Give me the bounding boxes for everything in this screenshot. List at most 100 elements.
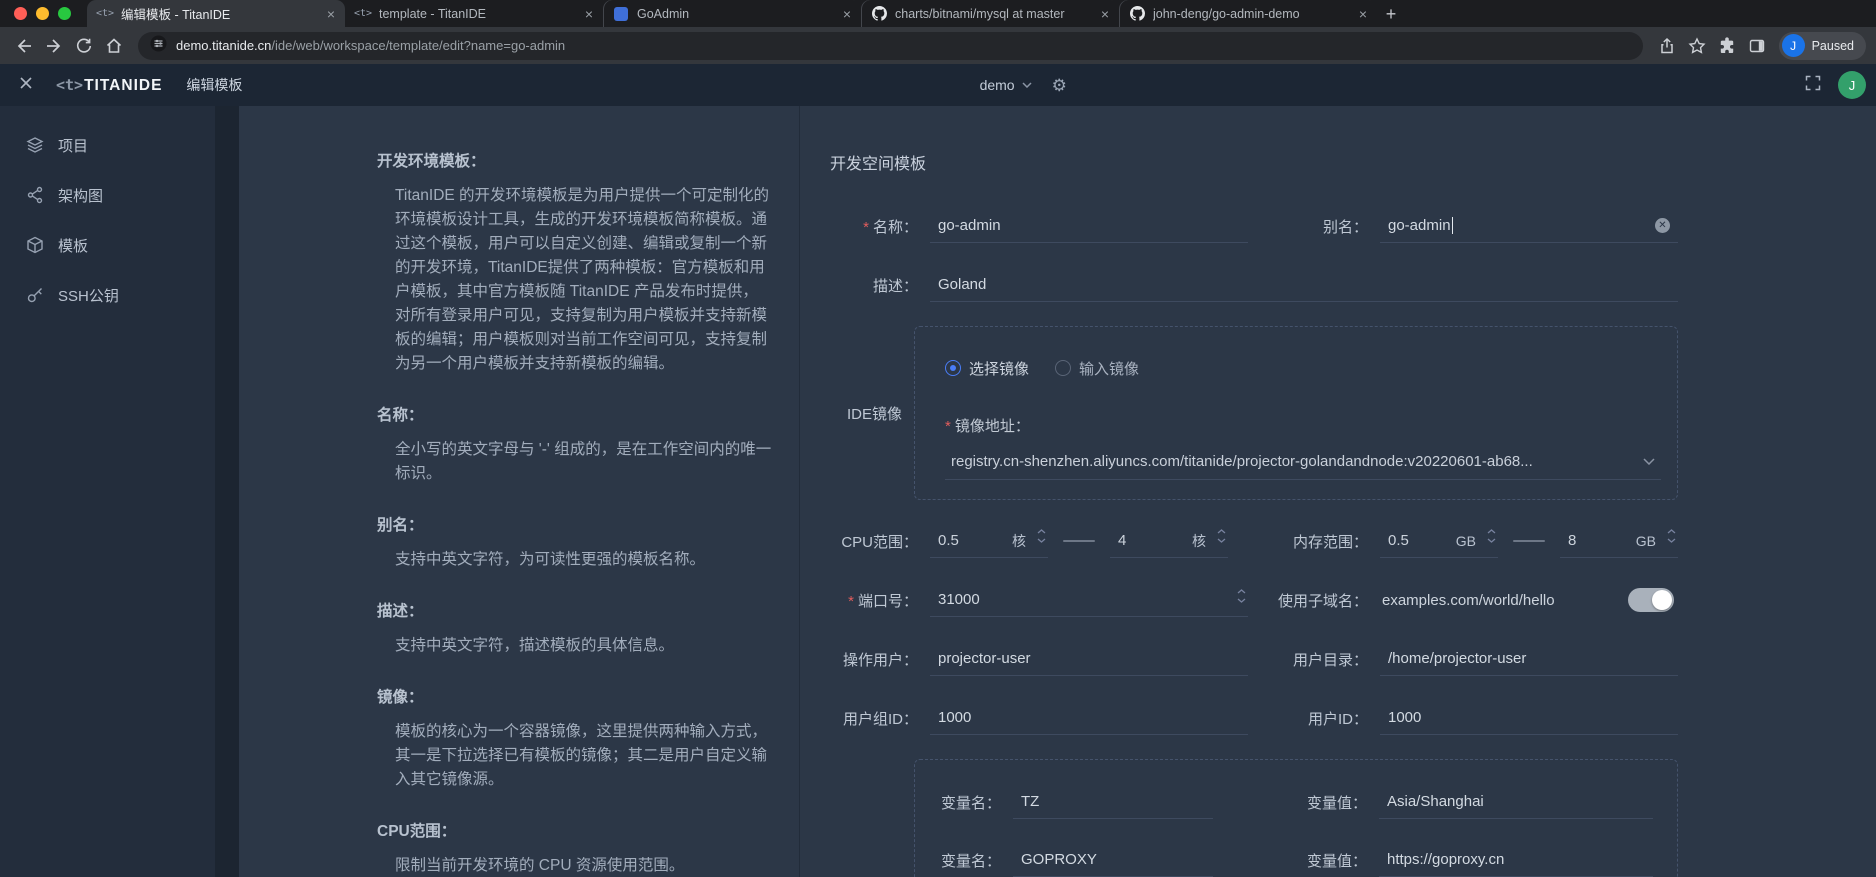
user-dir-input[interactable]: /home/projector-user [1380, 642, 1678, 676]
address-bar[interactable]: demo.titanide.cn/ide/web/workspace/templ… [138, 32, 1643, 60]
tab-title: charts/bitnami/mysql at master [895, 7, 1093, 21]
text-caret [1452, 217, 1453, 234]
memory-max-input[interactable]: 8GB [1560, 524, 1678, 558]
architecture-icon [26, 186, 44, 204]
browser-toolbar: demo.titanide.cn/ide/web/workspace/templ… [0, 27, 1876, 64]
sidebar-item-templates[interactable]: 模板 [0, 220, 215, 270]
reload-icon[interactable] [70, 32, 98, 60]
help-body: 模板的核心为一个容器镜像，这里提供两种输入方式，其一是下拉选择已有模板的镜像；其… [395, 720, 773, 792]
tab-close-icon[interactable]: × [327, 6, 335, 22]
browser-tab-github-mysql[interactable]: charts/bitnami/mysql at master × [861, 0, 1119, 27]
browser-tab-goadmin[interactable]: GoAdmin × [603, 0, 861, 27]
stepper-icons[interactable] [1237, 589, 1246, 603]
help-heading: 描述： [377, 600, 773, 624]
user-dir-label: 用户目录： [1248, 649, 1368, 670]
tab-close-icon[interactable]: × [1101, 6, 1109, 22]
extensions-icon[interactable] [1713, 32, 1741, 60]
stepper-icons[interactable] [1667, 529, 1676, 543]
browser-tab-github-goadmin-demo[interactable]: john-deng/go-admin-demo × [1119, 0, 1377, 27]
subdomain-toggle[interactable] [1628, 588, 1674, 612]
image-address-select[interactable]: registry.cn-shenzhen.aliyuncs.com/titani… [945, 444, 1661, 480]
help-heading: 名称： [377, 404, 773, 428]
op-user-input[interactable]: projector-user [930, 642, 1248, 676]
window-controls [10, 0, 87, 27]
env-name-input[interactable]: GOPROXY [1013, 843, 1213, 877]
sidebar-item-ssh-keys[interactable]: SSH公钥 [0, 270, 215, 320]
browser-tab-edit-template[interactable]: <t> 编辑模板 - TitanIDE × [87, 0, 345, 27]
help-heading: 镜像： [377, 686, 773, 710]
ide-image-box: 选择镜像 输入镜像 镜像地址： registry.cn-shenzhen.ali… [914, 326, 1678, 500]
range-dash [1513, 540, 1545, 542]
sidebar-item-label: 架构图 [58, 185, 103, 206]
env-value-label: 变量值： [1213, 792, 1367, 813]
user-id-input[interactable]: 1000 [1380, 701, 1678, 735]
group-id-input[interactable]: 1000 [930, 701, 1248, 735]
side-panel-icon[interactable] [1743, 32, 1771, 60]
port-label: 端口号： [830, 590, 918, 611]
window-zoom-icon[interactable] [58, 7, 71, 20]
tab-close-icon[interactable]: × [1359, 6, 1367, 22]
help-panel: 开发环境模板： TitanIDE 的开发环境模板是为用户提供一个可定制化的环境模… [239, 106, 799, 877]
window-close-icon[interactable] [14, 7, 27, 20]
window-minimize-icon[interactable] [36, 7, 49, 20]
browser-tab-template[interactable]: <t> template - TitanIDE × [345, 0, 603, 27]
sidebar-item-label: 模板 [58, 235, 88, 256]
gear-icon[interactable]: ⚙ [1052, 77, 1067, 94]
tab-title: john-deng/go-admin-demo [1153, 7, 1351, 21]
description-input[interactable]: Goland [930, 268, 1678, 302]
share-icon[interactable] [1653, 32, 1681, 60]
env-name-input[interactable]: TZ [1013, 785, 1213, 819]
profile-avatar: J [1782, 34, 1805, 57]
sidebar-item-architecture[interactable]: 架构图 [0, 170, 215, 220]
tab-close-icon[interactable]: × [843, 6, 851, 22]
tab-close-icon[interactable]: × [585, 6, 593, 22]
help-heading: 开发环境模板： [377, 150, 773, 174]
sidebar-item-label: 项目 [58, 135, 88, 156]
port-input[interactable]: 31000 [930, 583, 1248, 617]
browser-profile-button[interactable]: J Paused [1779, 32, 1866, 60]
memory-min-input[interactable]: 0.5GB [1380, 524, 1498, 558]
goadmin-favicon [613, 6, 629, 22]
sidebar-item-label: SSH公钥 [58, 285, 119, 306]
fullscreen-icon[interactable] [1804, 74, 1822, 97]
memory-range-label: 内存范围： [1248, 531, 1368, 552]
stepper-icons[interactable] [1217, 529, 1226, 543]
env-value-input[interactable]: https://goproxy.cn [1379, 843, 1653, 877]
env-value-label: 变量值： [1213, 850, 1367, 871]
back-icon[interactable] [10, 32, 38, 60]
url-text[interactable]: demo.titanide.cn/ide/web/workspace/templ… [176, 38, 565, 53]
clear-icon[interactable]: ✕ [1655, 218, 1670, 233]
new-tab-button[interactable]: + [1377, 1, 1405, 27]
radio-select-image[interactable]: 选择镜像 [945, 358, 1029, 379]
env-value-input[interactable]: Asia/Shanghai [1379, 785, 1653, 819]
user-avatar[interactable]: J [1838, 71, 1866, 99]
alias-label: 别名： [1248, 216, 1368, 237]
home-icon[interactable] [100, 32, 128, 60]
forward-icon[interactable] [40, 32, 68, 60]
name-input[interactable]: go-admin [930, 209, 1248, 243]
ssh-key-icon [26, 286, 44, 304]
profile-status: Paused [1812, 39, 1854, 53]
radio-input-image[interactable]: 输入镜像 [1055, 358, 1139, 379]
page-title: 编辑模板 [186, 75, 242, 95]
help-body: 限制当前开发环境的 CPU 资源使用范围。 [395, 854, 773, 877]
close-icon[interactable] [18, 75, 34, 96]
bookmark-star-icon[interactable] [1683, 32, 1711, 60]
sidebar: 项目 架构图 模板 SSH公钥 [0, 106, 215, 877]
sidebar-item-projects[interactable]: 项目 [0, 120, 215, 170]
stepper-icons[interactable] [1037, 529, 1046, 543]
tab-title: GoAdmin [637, 7, 835, 21]
group-id-label: 用户组ID： [830, 708, 918, 729]
form-title: 开发空间模板 [830, 150, 1678, 174]
cpu-max-input[interactable]: 4核 [1110, 524, 1228, 558]
site-info-icon[interactable] [150, 35, 167, 57]
workspace-selector[interactable]: demo [980, 77, 1032, 93]
cpu-min-input[interactable]: 0.5核 [930, 524, 1048, 558]
alias-input[interactable]: go-admin ✕ [1380, 209, 1678, 243]
stepper-icons[interactable] [1487, 529, 1496, 543]
subdomain-value: examples.com/world/hello [1382, 592, 1555, 609]
help-body: 支持中英文字符，为可读性更强的模板名称。 [395, 548, 773, 572]
radio-unchecked-icon [1055, 360, 1071, 376]
ide-image-label: IDE镜像 [830, 403, 902, 424]
help-body: TitanIDE 的开发环境模板是为用户提供一个可定制化的环境模板设计工具，生成… [395, 184, 773, 376]
